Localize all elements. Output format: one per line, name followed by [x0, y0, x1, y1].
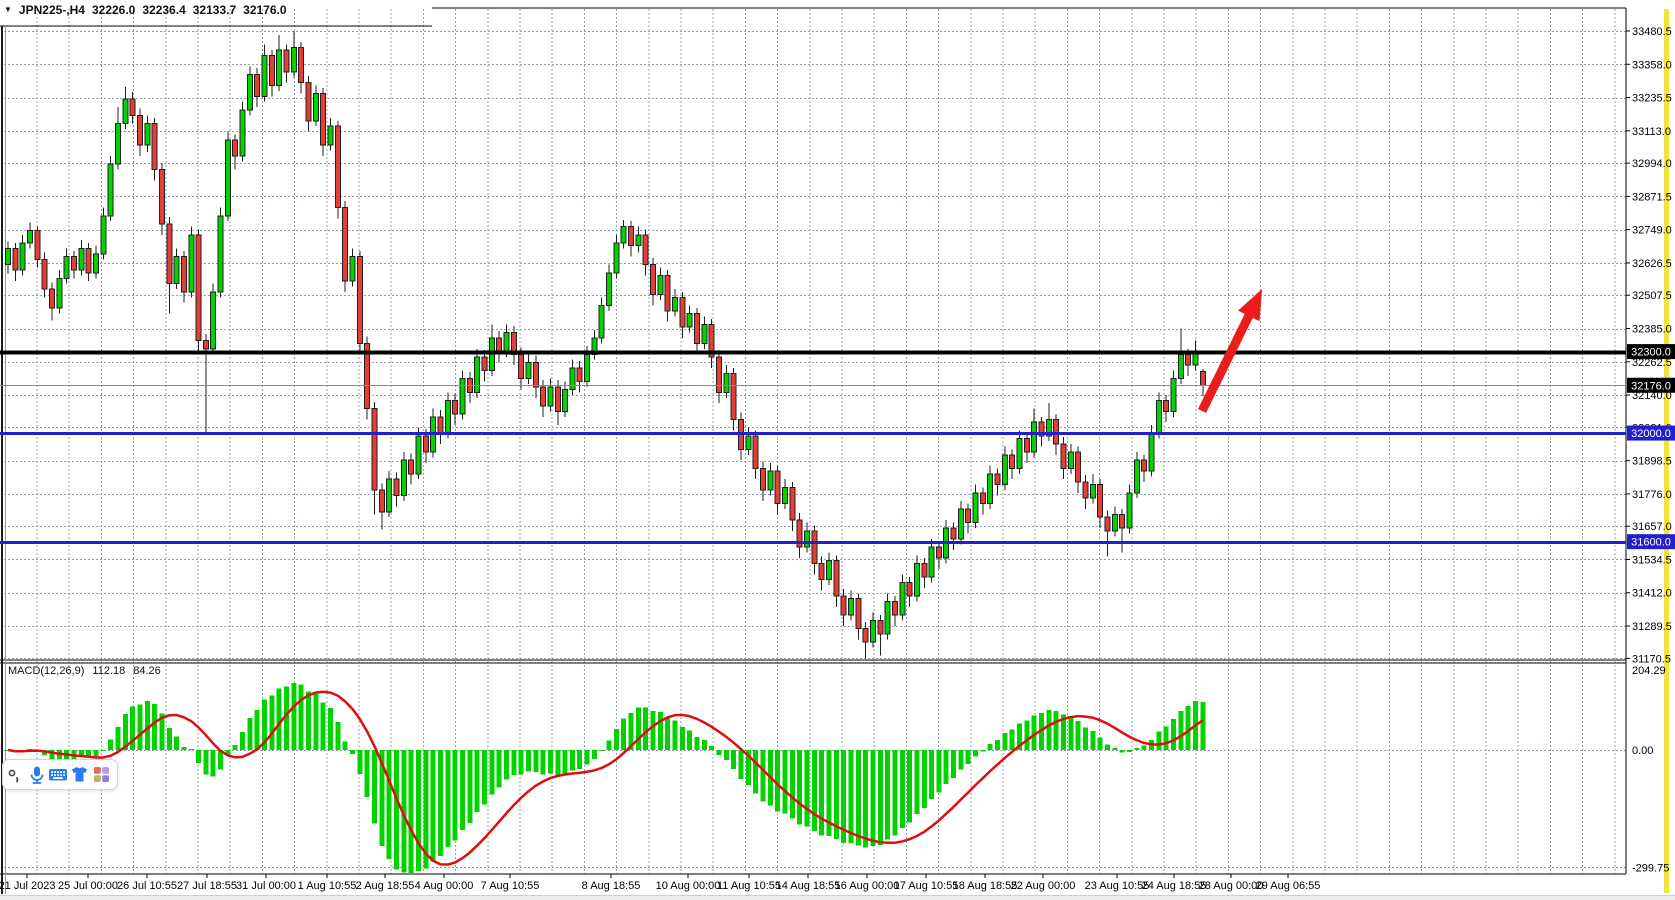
partial-cursor-icon[interactable]	[5, 764, 25, 786]
macd-axis[interactable]: 204.29 0.00 -299.75	[1632, 665, 1669, 874]
price-tick: 32749.0	[1632, 225, 1672, 237]
price-tick: 33480.5	[1632, 26, 1672, 38]
time-tick: 27 Jul 18:55	[177, 880, 237, 892]
time-tick: 7 Aug 10:55	[481, 880, 540, 892]
price-tick: 32385.0	[1632, 324, 1672, 336]
horizontal-lines[interactable]	[0, 353, 1626, 543]
price-tick: 32871.5	[1632, 191, 1672, 203]
chart-header[interactable]: ▼ JPN225-,H4 32226.0 32236.4 32133.7 321…	[4, 2, 287, 18]
time-tick: 21 Jul 2023	[0, 880, 55, 892]
floating-toolbar	[2, 759, 118, 790]
macd-indicator-label: MACD(12,26,9) 112.18 84.26	[8, 665, 161, 677]
price-tick: 31412.0	[1632, 588, 1672, 600]
macd-name: MACD(12,26,9)	[8, 665, 84, 677]
ohlc-open: 32226.0	[92, 3, 135, 17]
price-tick: 31534.5	[1632, 554, 1672, 566]
time-tick: 23 Aug 10:55	[1085, 880, 1150, 892]
macd-tick: 204.29	[1632, 665, 1666, 677]
trading-app-screen: 33480.5 33358.0 33235.5 33113.0 32994.0 32871…	[0, 0, 1675, 900]
apps-grid-icon[interactable]	[91, 764, 111, 786]
macd-signal-value: 84.26	[133, 665, 161, 677]
price-tick: 32507.5	[1632, 290, 1672, 302]
time-tick: 24 Aug 18:55	[1142, 880, 1207, 892]
time-tick: 31 Jul 00:00	[236, 880, 296, 892]
macd-tick: -299.75	[1632, 862, 1669, 874]
ohlc-close: 32176.0	[243, 3, 286, 17]
price-tick: 31898.5	[1632, 456, 1672, 468]
price-badge-label: 32000.0	[1631, 428, 1671, 440]
price-badge-label: 32300.0	[1631, 347, 1671, 359]
yellow-edge-stripe	[1664, 9, 1669, 893]
price-tick: 31170.5	[1632, 653, 1671, 665]
grid-lines	[4, 9, 1626, 874]
time-tick: 8 Aug 18:55	[582, 880, 641, 892]
time-tick: 4 Aug 00:00	[415, 880, 474, 892]
chart-canvas[interactable]: 33480.5 33358.0 33235.5 33113.0 32994.0 32871…	[0, 0, 1675, 900]
keyboard-icon[interactable]	[48, 764, 68, 786]
candlesticks	[6, 31, 1206, 658]
time-tick: 25 Jul 00:00	[58, 880, 118, 892]
macd-main-value: 112.18	[92, 665, 125, 677]
time-tick: 22 Aug 00:00	[1011, 880, 1076, 892]
symbol-dropdown-icon[interactable]: ▼	[4, 6, 12, 14]
ohlc-high: 32236.4	[142, 3, 185, 17]
price-tick: 33358.0	[1632, 59, 1672, 71]
time-axis[interactable]: 21 Jul 202325 Jul 00:0026 Jul 10:5527 Ju…	[0, 874, 1320, 892]
microphone-icon[interactable]	[27, 764, 47, 786]
time-tick: 29 Aug 06:55	[1256, 880, 1321, 892]
price-tick: 33235.5	[1632, 93, 1672, 105]
price-tick: 32994.0	[1632, 158, 1672, 170]
price-tick: 32626.5	[1632, 258, 1672, 270]
time-tick: 28 Aug 00:00	[1199, 880, 1264, 892]
time-tick: 16 Aug 00:00	[835, 880, 900, 892]
price-badge-label: 32176.0	[1631, 380, 1671, 392]
price-tick: 33113.0	[1632, 126, 1671, 138]
chart-symbol-label: JPN225-,H4	[19, 3, 85, 17]
time-tick: 1 Aug 10:55	[298, 880, 357, 892]
macd-histogram	[6, 683, 1206, 873]
time-tick: 10 Aug 00:00	[656, 880, 721, 892]
time-tick: 26 Jul 10:55	[117, 880, 177, 892]
time-tick: 14 Aug 18:55	[776, 880, 841, 892]
price-tick: 31289.5	[1632, 621, 1672, 633]
macd-signal-line	[8, 692, 1203, 865]
tshirt-icon[interactable]	[70, 764, 90, 786]
macd-tick: 0.00	[1632, 745, 1653, 757]
time-tick: 2 Aug 18:55	[356, 880, 415, 892]
price-tick: 31776.0	[1632, 489, 1672, 501]
time-tick: 18 Aug 18:55	[953, 880, 1018, 892]
price-badge-label: 31600.0	[1631, 537, 1671, 549]
time-tick: 11 Aug 10:55	[717, 880, 781, 892]
price-tick: 31657.0	[1632, 521, 1672, 533]
ohlc-low: 32133.7	[193, 3, 236, 17]
time-tick: 17 Aug 10:55	[894, 880, 959, 892]
trend-arrow-annotation[interactable]	[1202, 289, 1262, 411]
